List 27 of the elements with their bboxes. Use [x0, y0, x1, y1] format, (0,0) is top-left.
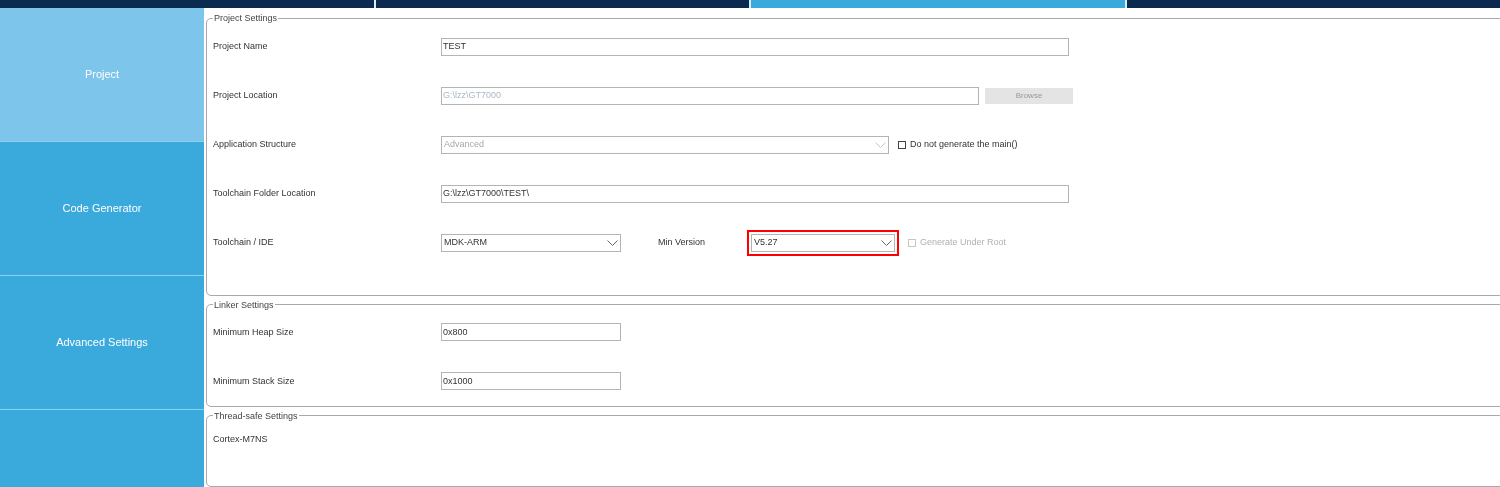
panel-title: Linker Settings	[213, 299, 275, 310]
field-label: Application Structure	[213, 137, 298, 151]
dropdown[interactable]: V5.27	[751, 233, 895, 252]
field-label: Toolchain / IDE	[213, 235, 275, 249]
checkbox-label: Do not generate the main()	[910, 137, 1018, 151]
tab[interactable]	[1126, 0, 1500, 8]
chevron-down-icon	[607, 239, 618, 246]
tab[interactable]	[375, 0, 749, 8]
chevron-down-icon	[875, 141, 886, 148]
field-label: Min Version	[658, 235, 707, 249]
field-label: Minimum Stack Size	[213, 374, 296, 388]
field-label: Toolchain Folder Location	[213, 186, 317, 200]
field-label: Minimum Heap Size	[213, 325, 295, 339]
text-field[interactable]: 0x1000	[441, 372, 621, 391]
dropdown[interactable]: MDK-ARM	[441, 233, 621, 252]
panel-title: Project Settings	[213, 13, 279, 23]
field-label: Project Location	[213, 88, 279, 102]
text-field[interactable]: 0x800	[441, 323, 621, 342]
chevron-down-icon	[881, 239, 892, 246]
panel-title: Thread-safe Settings	[213, 410, 299, 421]
field-label: Project Name	[213, 39, 269, 53]
checkbox-label: Generate Under Root	[920, 235, 1007, 249]
tab[interactable]	[0, 0, 374, 8]
text-field[interactable]: G:\lzz\GT7000\TEST\	[441, 184, 1069, 203]
core-label: Cortex-M7NS	[213, 433, 268, 444]
text-field[interactable]: TEST	[441, 37, 1069, 56]
tab[interactable]	[751, 0, 1125, 8]
